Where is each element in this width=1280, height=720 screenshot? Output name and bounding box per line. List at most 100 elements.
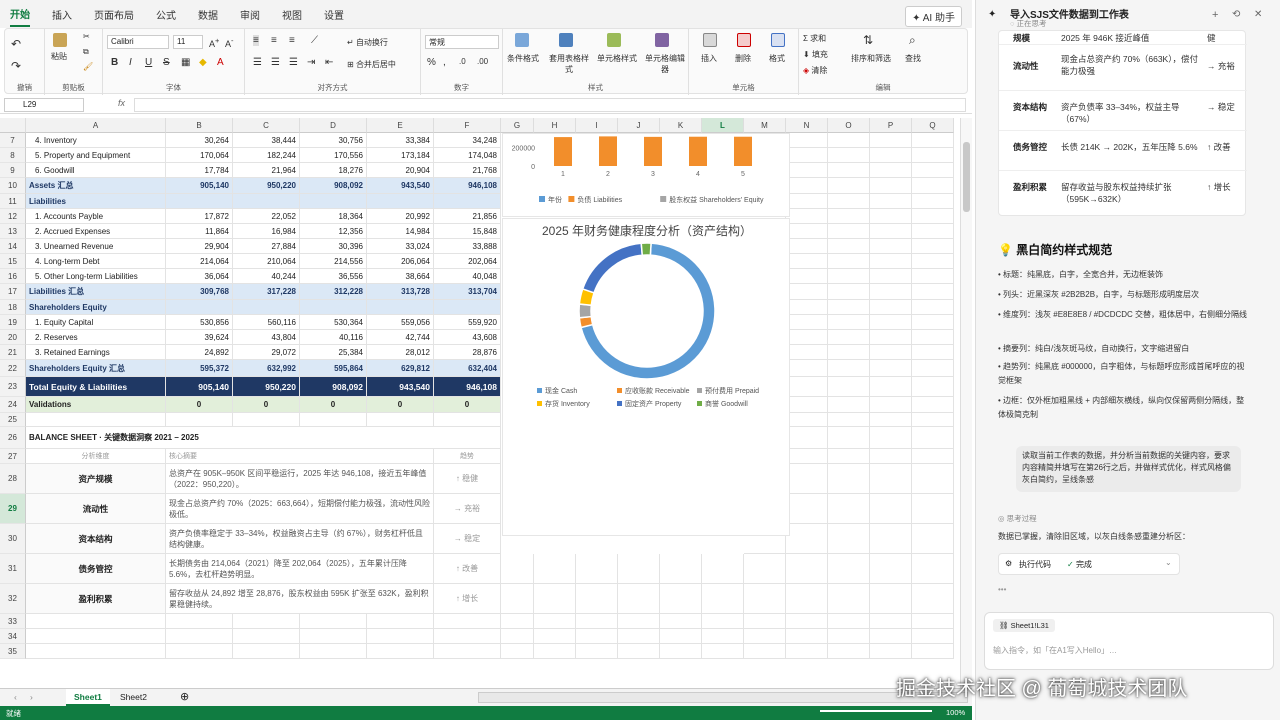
row-header[interactable]: 16 [0, 269, 26, 284]
value-cell[interactable]: 22,052 [233, 209, 300, 224]
empty-cell[interactable] [912, 494, 954, 524]
chat-input-box[interactable]: ⛓ Sheet1!L31 输入指令，如「在A1写入Hello」… [984, 612, 1274, 670]
empty-cell[interactable] [828, 239, 870, 254]
empty-cell[interactable] [870, 163, 912, 178]
increase-decimal-icon[interactable]: .0 [459, 57, 466, 66]
empty-cell[interactable] [828, 377, 870, 397]
value-cell[interactable]: 42,744 [367, 330, 434, 345]
analysis-trend[interactable]: ↑ 改善 [434, 554, 501, 584]
empty-cell[interactable] [912, 554, 954, 584]
empty-cell[interactable] [744, 614, 786, 629]
value-cell[interactable]: 309,768 [166, 284, 233, 300]
empty-cell[interactable] [912, 194, 954, 209]
search-icon[interactable]: ⌕ [909, 33, 916, 48]
tab-settings[interactable]: 设置 [324, 3, 344, 26]
row-label[interactable]: 5. Property and Equipment [26, 148, 166, 163]
row-label[interactable] [26, 644, 166, 659]
value-cell[interactable]: 17,872 [166, 209, 233, 224]
value-cell[interactable]: 595,864 [300, 360, 367, 377]
row-header[interactable]: 28 [0, 464, 26, 494]
column-header[interactable]: B [166, 118, 233, 133]
column-header[interactable]: Q [912, 118, 954, 133]
empty-cell[interactable] [870, 413, 912, 427]
value-cell[interactable]: 21,856 [434, 209, 501, 224]
column-header[interactable]: F [434, 118, 501, 133]
empty-cell[interactable] [870, 330, 912, 345]
value-cell[interactable]: 30,756 [300, 133, 367, 148]
value-cell[interactable]: 39,624 [166, 330, 233, 345]
empty-cell[interactable] [786, 194, 828, 209]
empty-cell[interactable] [786, 449, 828, 464]
empty-cell[interactable] [870, 224, 912, 239]
analysis-dimension[interactable]: 盈利积累 [26, 584, 166, 614]
row-label[interactable]: 2. Accrued Expenses [26, 224, 166, 239]
empty-cell[interactable] [828, 584, 870, 614]
column-header[interactable]: A [26, 118, 166, 133]
empty-cell[interactable] [912, 644, 954, 659]
tab-view[interactable]: 视图 [282, 3, 302, 26]
empty-cell[interactable] [870, 345, 912, 360]
new-chat-icon[interactable]: + [1212, 9, 1218, 21]
value-cell[interactable]: 313,728 [367, 284, 434, 300]
value-cell[interactable]: 25,384 [300, 345, 367, 360]
value-cell[interactable] [367, 629, 434, 644]
empty-cell[interactable] [618, 614, 660, 629]
value-cell[interactable]: 0 [434, 397, 501, 413]
value-cell[interactable]: 943,540 [367, 377, 434, 397]
empty-cell[interactable] [828, 133, 870, 148]
empty-cell[interactable] [870, 148, 912, 163]
column-header[interactable]: K [660, 118, 702, 133]
empty-cell[interactable] [702, 629, 744, 644]
sort-filter-icon[interactable]: ⇅ [863, 33, 873, 47]
value-cell[interactable]: 946,108 [434, 178, 501, 194]
row-label[interactable]: Assets 汇总 [26, 178, 166, 194]
analysis-trend[interactable]: → 稳定 [434, 524, 501, 554]
empty-cell[interactable] [786, 315, 828, 330]
column-header[interactable]: G [501, 118, 534, 133]
empty-cell[interactable] [870, 269, 912, 284]
empty-cell[interactable] [828, 427, 870, 449]
empty-cell[interactable] [786, 644, 828, 659]
column-header[interactable]: P [870, 118, 912, 133]
delete-cells-button[interactable]: 删除 [735, 53, 751, 64]
empty-cell[interactable] [912, 345, 954, 360]
strikethrough-icon[interactable]: S [163, 57, 170, 68]
column-header[interactable]: O [828, 118, 870, 133]
analysis-summary[interactable]: 长期债务由 214,064（2021）降至 202,064（2025），五年累计… [166, 554, 434, 584]
value-cell[interactable]: 14,984 [367, 224, 434, 239]
formula-input[interactable] [134, 98, 966, 112]
font-color-icon[interactable]: A [217, 57, 224, 68]
donut-chart[interactable]: 2025 年财务健康程度分析（资产结构） 现金 Cash 应收账款 Receivab… [502, 218, 790, 536]
value-cell[interactable] [233, 300, 300, 315]
align-bottom-icon[interactable]: ≡ [289, 35, 295, 46]
row-header[interactable]: 27 [0, 449, 26, 464]
align-middle-icon[interactable]: ≡ [271, 35, 277, 46]
value-cell[interactable] [367, 644, 434, 659]
next-sheet-icon[interactable]: › [22, 689, 41, 706]
empty-cell[interactable] [912, 148, 954, 163]
empty-cell[interactable] [534, 614, 576, 629]
copy-icon[interactable]: ⧉ [83, 47, 89, 57]
value-cell[interactable]: 33,888 [434, 239, 501, 254]
row-label[interactable]: Liabilities 汇总 [26, 284, 166, 300]
empty-cell[interactable] [828, 449, 870, 464]
analysis-header[interactable]: 分析维度 [26, 449, 166, 464]
empty-cell[interactable] [786, 254, 828, 269]
value-cell[interactable] [300, 300, 367, 315]
value-cell[interactable]: 170,556 [300, 148, 367, 163]
cell-editor-button[interactable]: 单元格编辑器 [643, 53, 687, 75]
empty-cell[interactable] [618, 644, 660, 659]
value-cell[interactable] [434, 629, 501, 644]
value-cell[interactable] [233, 413, 300, 427]
empty-cell[interactable] [786, 614, 828, 629]
value-cell[interactable] [367, 614, 434, 629]
empty-cell[interactable] [744, 554, 786, 584]
wrap-text-button[interactable]: ↵ 自动换行 [347, 37, 388, 48]
italic-icon[interactable]: I [129, 57, 132, 68]
value-cell[interactable] [367, 413, 434, 427]
empty-cell[interactable] [534, 554, 576, 584]
value-cell[interactable]: 28,876 [434, 345, 501, 360]
zoom-slider[interactable] [820, 710, 932, 712]
empty-cell[interactable] [576, 644, 618, 659]
value-cell[interactable]: 202,064 [434, 254, 501, 269]
